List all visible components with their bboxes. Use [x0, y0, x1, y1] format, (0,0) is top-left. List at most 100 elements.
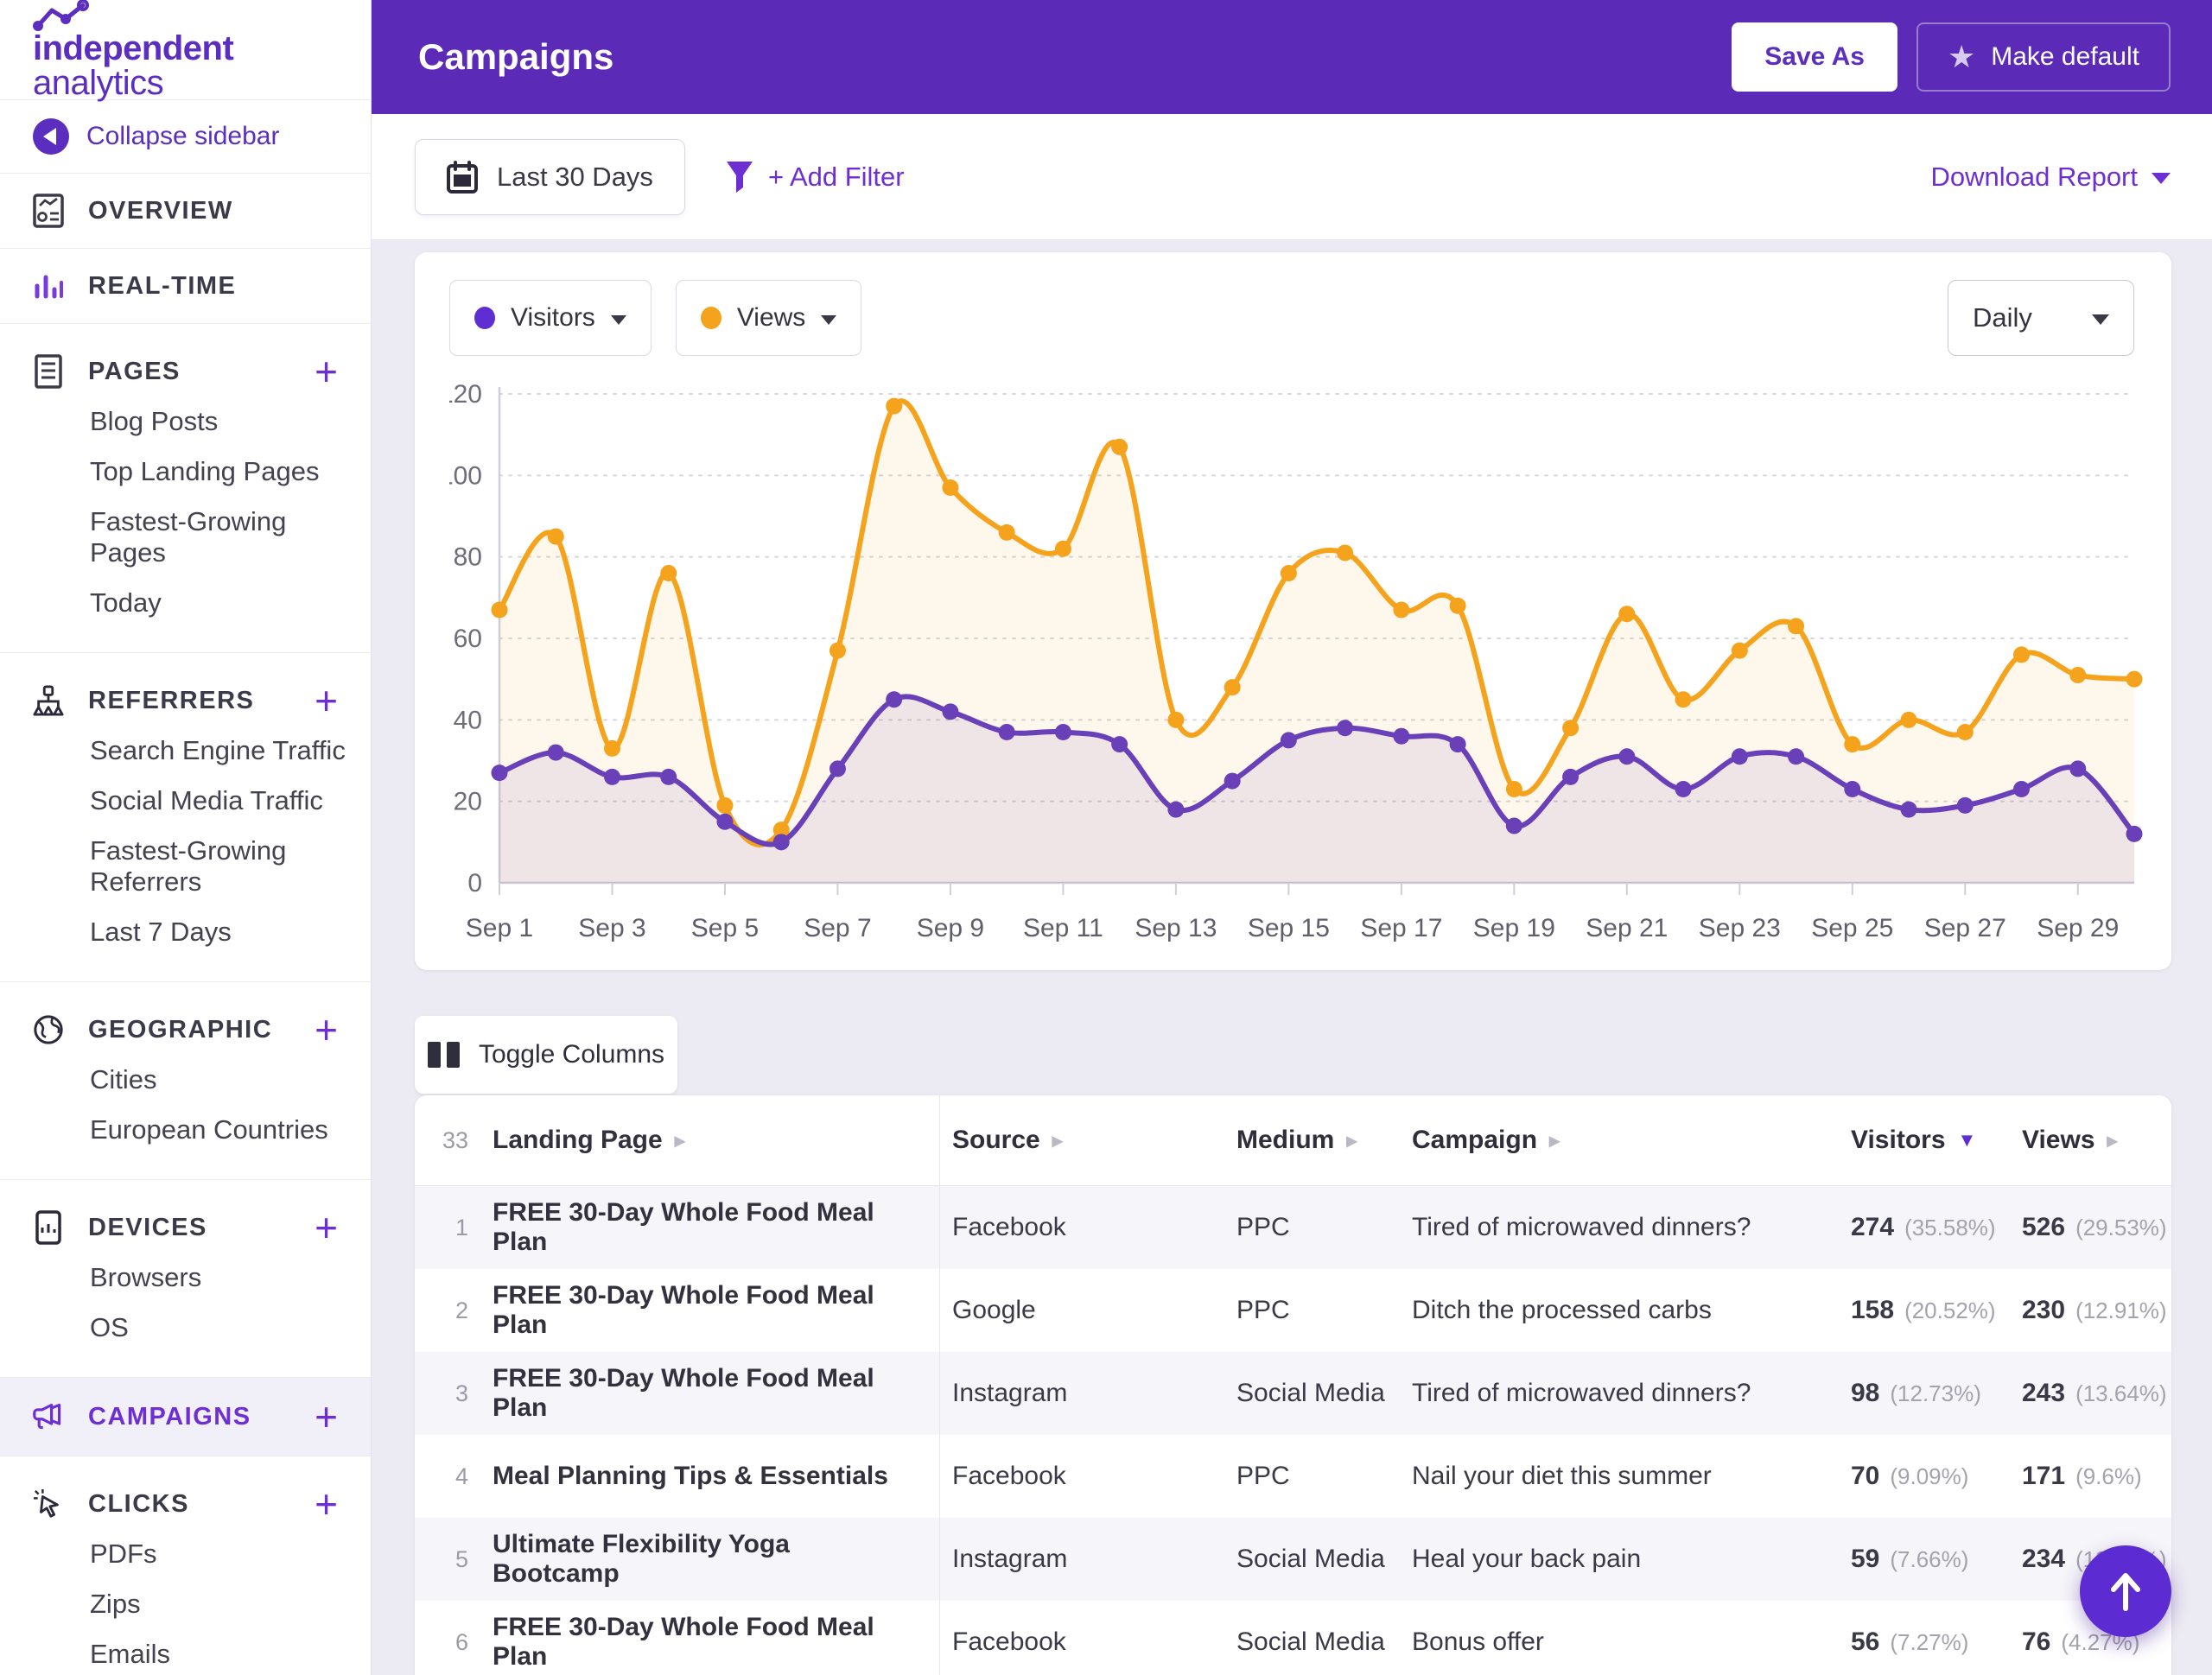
toggle-columns-button[interactable]: Toggle Columns: [415, 1016, 677, 1094]
row-number: 1: [415, 1186, 493, 1269]
landing-page-cell[interactable]: FREE 30-Day Whole Food Meal Plan: [493, 1601, 940, 1675]
devices-icon: [33, 1210, 64, 1245]
add-report-icon[interactable]: +: [315, 352, 338, 391]
sidebar-item-clicks[interactable]: CLICKS +: [0, 1479, 371, 1529]
sidebar-subitem[interactable]: OS: [0, 1303, 371, 1353]
column-header-source[interactable]: Source▸: [940, 1095, 1236, 1185]
sidebar-section-devices: DEVICES + BrowsersOS: [0, 1180, 371, 1378]
pages-icon: [33, 354, 64, 389]
date-range-button[interactable]: Last 30 Days: [415, 139, 685, 215]
sidebar-item-devices[interactable]: DEVICES +: [0, 1202, 371, 1253]
make-default-button[interactable]: ★ Make default: [1916, 22, 2171, 92]
table-header-row: 33 Landing Page▸ Source▸ Medium▸ Campaig…: [415, 1095, 2171, 1186]
row-count: 33: [415, 1095, 493, 1185]
column-header-medium[interactable]: Medium▸: [1236, 1095, 1412, 1185]
svg-text:Sep 13: Sep 13: [1135, 914, 1217, 942]
sidebar-section-clicks: CLICKS + PDFsZipsEmailsPhone numbers: [0, 1456, 371, 1675]
chevron-down-icon: [821, 315, 836, 325]
add-filter-button[interactable]: + Add Filter: [725, 160, 905, 194]
add-report-icon[interactable]: +: [315, 1208, 338, 1247]
sidebar-item-overview[interactable]: OVERVIEW: [0, 174, 371, 249]
source-cell: Facebook: [940, 1186, 1236, 1269]
sidebar-subitem[interactable]: Blog Posts: [0, 397, 371, 447]
svg-text:Sep 19: Sep 19: [1473, 914, 1555, 942]
traffic-line-chart: 020406080100120Sep 1Sep 3Sep 5Sep 7Sep 9…: [449, 382, 2152, 961]
download-report-button[interactable]: Download Report: [1930, 162, 2171, 193]
source-cell: Facebook: [940, 1601, 1236, 1675]
row-number: 4: [415, 1435, 493, 1518]
table-row[interactable]: 3 FREE 30-Day Whole Food Meal Plan Insta…: [415, 1352, 2171, 1435]
source-cell: Instagram: [940, 1518, 1236, 1601]
sidebar-subitem[interactable]: Browsers: [0, 1253, 371, 1303]
table-row[interactable]: 5 Ultimate Flexibility Yoga Bootcamp Ins…: [415, 1518, 2171, 1601]
svg-text:0: 0: [467, 869, 482, 898]
sidebar-subitem[interactable]: Fastest-Growing Referrers: [0, 826, 371, 907]
sidebar-subitem[interactable]: PDFs: [0, 1529, 371, 1579]
sidebar-subitem[interactable]: Search Engine Traffic: [0, 726, 371, 776]
main-content: Visitors Views Daily 020406080100120Sep …: [372, 240, 2212, 1675]
campaign-cell: Bonus offer: [1412, 1601, 1851, 1675]
clicks-icon: [33, 1488, 64, 1520]
sidebar-item-geographic[interactable]: GEOGRAPHIC +: [0, 1005, 371, 1055]
sidebar-subitem[interactable]: European Countries: [0, 1105, 371, 1155]
svg-text:60: 60: [454, 625, 482, 653]
sidebar-item-real-time[interactable]: REAL-TIME: [0, 249, 371, 324]
table-row[interactable]: 4 Meal Planning Tips & Essentials Facebo…: [415, 1435, 2171, 1518]
sort-desc-icon: ▼: [1958, 1129, 1977, 1152]
sidebar-section-campaigns: CAMPAIGNS +: [0, 1378, 371, 1456]
column-header-views[interactable]: Views▸: [2022, 1095, 2171, 1185]
landing-page-cell[interactable]: FREE 30-Day Whole Food Meal Plan: [493, 1186, 940, 1269]
save-as-button[interactable]: Save As: [1732, 22, 1897, 92]
add-report-icon[interactable]: +: [315, 1397, 338, 1437]
column-header-campaign[interactable]: Campaign▸: [1412, 1095, 1851, 1185]
table-row[interactable]: 6 FREE 30-Day Whole Food Meal Plan Faceb…: [415, 1601, 2171, 1675]
sidebar-item-campaigns[interactable]: CAMPAIGNS +: [0, 1378, 371, 1456]
visitors-cell: 98(12.73%): [1851, 1352, 2022, 1435]
svg-text:Sep 7: Sep 7: [804, 914, 871, 942]
sidebar-subitem[interactable]: Last 7 Days: [0, 907, 371, 957]
collapse-sidebar-button[interactable]: Collapse sidebar: [0, 100, 371, 174]
table-row[interactable]: 2 FREE 30-Day Whole Food Meal Plan Googl…: [415, 1269, 2171, 1352]
legend-chip-visitors[interactable]: Visitors: [449, 280, 652, 356]
sidebar-subitem[interactable]: Zips: [0, 1579, 371, 1629]
realtime-icon: [33, 270, 64, 301]
svg-text:100: 100: [449, 461, 482, 490]
column-header-visitors[interactable]: Visitors▼: [1851, 1095, 2022, 1185]
svg-text:Sep 29: Sep 29: [2037, 914, 2119, 942]
sidebar-item-referrers[interactable]: REFERRERS +: [0, 676, 371, 726]
star-icon: ★: [1948, 41, 1975, 73]
landing-page-cell[interactable]: Ultimate Flexibility Yoga Bootcamp: [493, 1518, 940, 1601]
medium-cell: PPC: [1236, 1186, 1412, 1269]
sidebar-subitem[interactable]: Today: [0, 578, 371, 628]
visitors-cell: 70(9.09%): [1851, 1435, 2022, 1518]
sidebar-subitem[interactable]: Top Landing Pages: [0, 447, 371, 497]
sidebar-section-referrers: REFERRERS + Search Engine TrafficSocial …: [0, 653, 371, 982]
sidebar-subitem[interactable]: Social Media Traffic: [0, 776, 371, 826]
page-title: Campaigns: [418, 36, 613, 78]
calendar-icon: [447, 161, 478, 194]
add-report-icon[interactable]: +: [315, 1484, 338, 1524]
landing-page-cell[interactable]: FREE 30-Day Whole Food Meal Plan: [493, 1352, 940, 1435]
landing-page-cell[interactable]: Meal Planning Tips & Essentials: [493, 1435, 940, 1518]
sidebar: independent analytics Collapse sidebar O…: [0, 0, 372, 1675]
sidebar-subitem[interactable]: Fastest-Growing Pages: [0, 497, 371, 578]
add-report-icon[interactable]: +: [315, 681, 338, 720]
date-range-label: Last 30 Days: [497, 162, 653, 193]
chevron-down-icon: [2152, 173, 2171, 184]
sidebar-item-label: OVERVIEW: [88, 197, 233, 225]
scroll-to-top-button[interactable]: [2080, 1545, 2171, 1637]
column-header-landing-page[interactable]: Landing Page▸: [493, 1095, 940, 1185]
sidebar-subitem[interactable]: Cities: [0, 1055, 371, 1105]
granularity-select[interactable]: Daily: [1948, 280, 2134, 356]
sidebar-item-pages[interactable]: PAGES +: [0, 346, 371, 397]
table-row[interactable]: 1 FREE 30-Day Whole Food Meal Plan Faceb…: [415, 1186, 2171, 1269]
landing-page-cell[interactable]: FREE 30-Day Whole Food Meal Plan: [493, 1269, 940, 1352]
legend-chip-views[interactable]: Views: [676, 280, 861, 356]
sidebar-subitem[interactable]: Emails: [0, 1629, 371, 1675]
toggle-columns-label: Toggle Columns: [479, 1040, 664, 1069]
svg-text:Sep 27: Sep 27: [1924, 914, 2006, 942]
sort-icon: ▸: [1346, 1128, 1357, 1153]
sidebar-section-label: REFERRERS: [88, 687, 254, 715]
add-report-icon[interactable]: +: [315, 1010, 338, 1050]
views-cell: 171(9.6%): [2022, 1435, 2171, 1518]
